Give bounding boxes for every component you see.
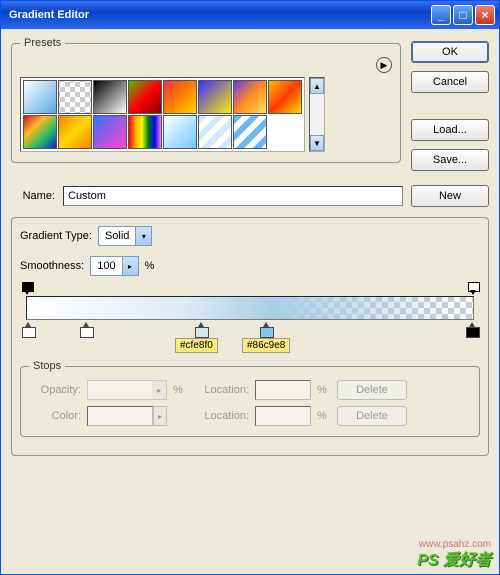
percent-sign: % (317, 410, 331, 422)
opacity-location-input (255, 380, 311, 400)
color-location-input (255, 406, 311, 426)
opacity-stop-left[interactable] (22, 282, 32, 294)
scroll-track[interactable] (310, 94, 324, 135)
preset-swatch[interactable] (233, 80, 267, 114)
maximize-button[interactable]: □ (453, 5, 473, 25)
titlebar[interactable]: Gradient Editor 思缘设计论坛 WWW.MISSYUAN.COM … (1, 1, 499, 29)
color-stop-5[interactable] (466, 322, 478, 336)
window-buttons: _ □ × (431, 5, 495, 25)
opacity-label: Opacity: (29, 384, 81, 396)
preset-swatch[interactable] (198, 80, 232, 114)
cancel-button[interactable]: Cancel (411, 71, 489, 93)
smoothness-flyout-icon: ▸ (122, 257, 138, 275)
gradient-preview-bar[interactable] (26, 296, 474, 320)
smoothness-label: Smoothness: (20, 260, 84, 272)
color-stop-2[interactable] (80, 322, 92, 336)
gradient-editor-window: Gradient Editor 思缘设计论坛 WWW.MISSYUAN.COM … (0, 0, 500, 575)
presets-scrollbar[interactable]: ▲ ▼ (309, 77, 325, 152)
color-callout-1: #cfe8f0 (175, 338, 218, 353)
preset-swatch[interactable] (93, 80, 127, 114)
opacity-stop-right[interactable] (468, 282, 478, 294)
stops-fieldset: Stops Opacity: ▸ % Location: % Delete Co… (20, 360, 480, 437)
load-button[interactable]: Load... (411, 119, 489, 141)
minimize-button[interactable]: _ (431, 5, 451, 25)
gradient-type-select[interactable]: Solid ▾ (98, 226, 152, 246)
location-label: Location: (193, 410, 249, 422)
new-button[interactable]: New (411, 185, 489, 207)
gradient-settings-fieldset: Gradient Type: Solid ▾ Smoothness: 100 ▸… (11, 217, 489, 456)
percent-sign: % (145, 260, 155, 272)
preset-swatch[interactable] (128, 80, 162, 114)
presets-legend: Presets (20, 37, 65, 49)
name-label: Name: (11, 190, 55, 202)
preset-swatch[interactable] (163, 115, 197, 149)
presets-fieldset: Presets ▶ ▲ ▼ (11, 37, 401, 163)
smoothness-input[interactable]: 100 ▸ (90, 256, 138, 276)
preset-swatch[interactable] (93, 115, 127, 149)
side-buttons: OK Cancel Load... Save... (411, 37, 489, 171)
preset-swatch[interactable] (233, 115, 267, 149)
preset-swatch[interactable] (128, 115, 162, 149)
presets-menu-icon[interactable]: ▶ (376, 57, 392, 73)
preset-swatch[interactable] (58, 80, 92, 114)
chevron-down-icon: ▾ (135, 227, 151, 245)
preset-swatch[interactable] (198, 115, 232, 149)
delete-color-stop-button: Delete (337, 406, 407, 426)
color-well: ▸ (87, 406, 167, 426)
preset-swatch[interactable] (23, 80, 57, 114)
preset-swatch[interactable] (268, 80, 302, 114)
color-stop-1[interactable] (22, 322, 34, 336)
name-input[interactable] (63, 186, 403, 206)
scroll-up-icon[interactable]: ▲ (310, 78, 324, 94)
flyout-icon: ▸ (152, 381, 166, 399)
location-label: Location: (193, 384, 249, 396)
color-stop-4[interactable] (260, 322, 272, 336)
color-stop-3[interactable] (195, 322, 207, 336)
flyout-icon: ▸ (153, 406, 167, 426)
ok-button[interactable]: OK (411, 41, 489, 63)
window-title: Gradient Editor (5, 9, 431, 21)
gradient-type-value: Solid (99, 230, 135, 242)
preset-swatch-grid (20, 77, 305, 152)
dialog-content: Presets ▶ ▲ ▼ OK Cancel Load... Save... (1, 29, 499, 574)
smoothness-value: 100 (91, 260, 121, 272)
color-callout-2: #86c9e8 (242, 338, 290, 353)
preset-swatch[interactable] (58, 115, 92, 149)
save-button[interactable]: Save... (411, 149, 489, 171)
scroll-down-icon[interactable]: ▼ (310, 135, 324, 151)
preset-swatch[interactable] (163, 80, 197, 114)
preset-swatch[interactable] (23, 115, 57, 149)
delete-opacity-stop-button: Delete (337, 380, 407, 400)
percent-sign: % (317, 384, 331, 396)
gradient-type-label: Gradient Type: (20, 230, 92, 242)
percent-sign: % (173, 384, 187, 396)
color-label: Color: (29, 410, 81, 422)
stops-legend: Stops (29, 360, 65, 372)
footer-logo: PS 爱好者 (417, 546, 491, 570)
opacity-input: ▸ (87, 380, 167, 400)
gradient-bar-area: #cfe8f0 #86c9e8 (20, 282, 480, 338)
close-button[interactable]: × (475, 5, 495, 25)
